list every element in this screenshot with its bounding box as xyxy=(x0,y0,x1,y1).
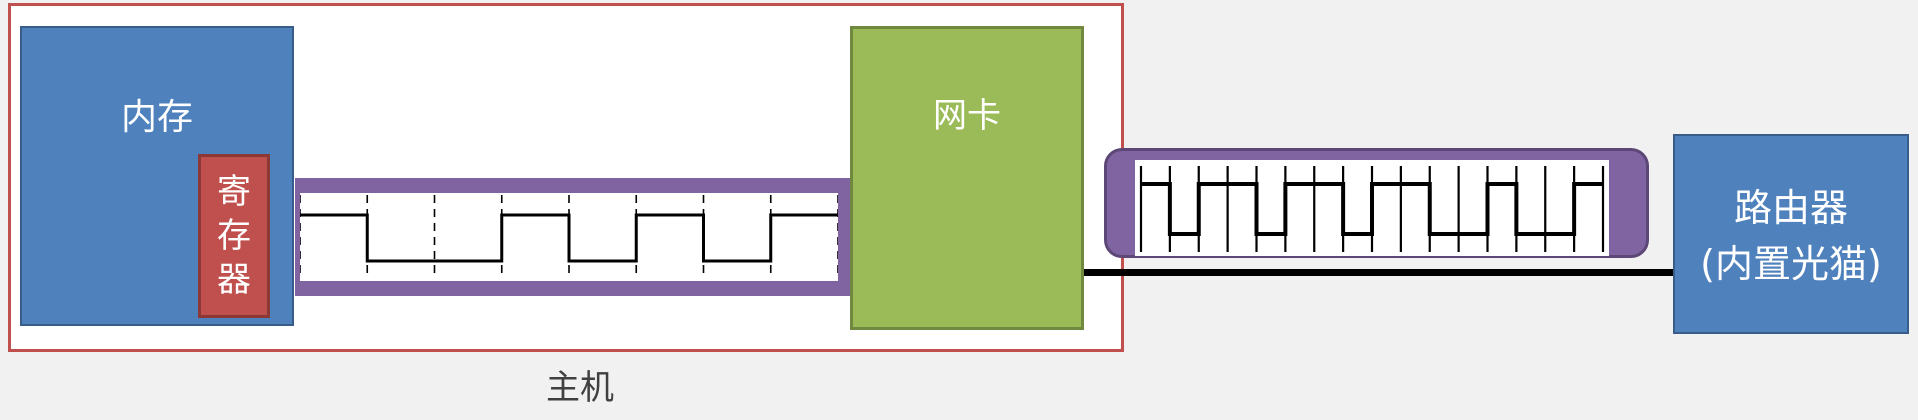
network-cable xyxy=(1084,269,1677,276)
external-signal-waveform xyxy=(1135,160,1609,256)
host-label: 主机 xyxy=(546,368,614,408)
memory-label: 内存 xyxy=(120,97,193,138)
internal-signal-waveform xyxy=(300,193,838,281)
signal-waveform-line xyxy=(300,213,838,263)
nic-block xyxy=(850,26,1084,330)
router-label: 路由器 (内置光猫) xyxy=(1700,186,1882,286)
signal-waveform-line xyxy=(1141,182,1603,236)
register-label: 寄 存 器 xyxy=(217,172,251,300)
nic-label: 网卡 xyxy=(933,96,1001,136)
